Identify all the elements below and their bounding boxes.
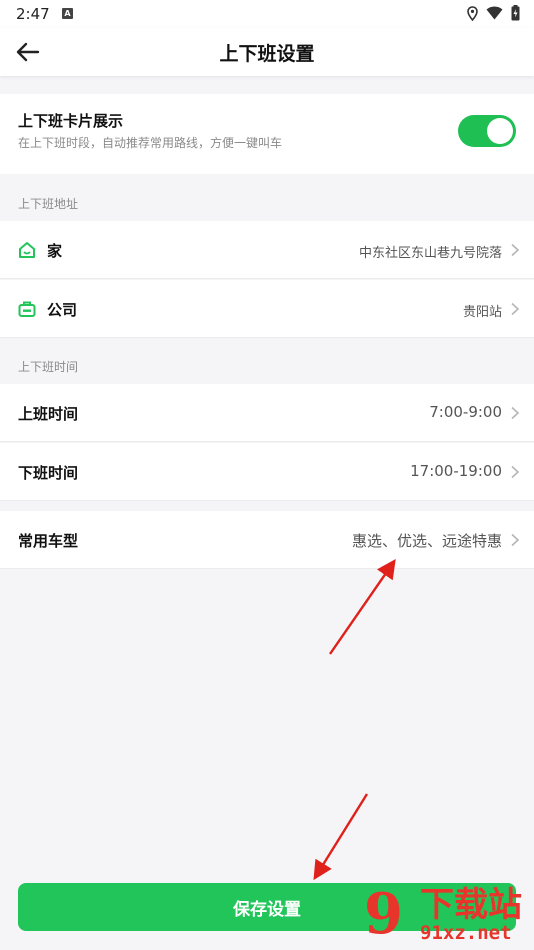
time-section-label: 上下班时间 [18, 360, 79, 374]
home-address-value: 中东社区东山巷九号院落 [358, 246, 502, 261]
wifi-icon [486, 6, 503, 20]
commute-card-title: 上下班卡片展示 [18, 112, 124, 130]
chevron-right-icon [511, 465, 520, 479]
car-type-row[interactable]: 常用车型 惠选、优选、远途特惠 [0, 511, 534, 569]
company-address-row[interactable]: 公司 贵阳站 [0, 280, 534, 338]
status-bar: 2:47 A [0, 0, 534, 28]
briefcase-icon [18, 301, 36, 317]
commute-card-toggle[interactable] [458, 115, 516, 147]
chevron-right-icon [511, 243, 520, 257]
work-start-value: 7:00-9:00 [429, 403, 502, 421]
app-header: 上下班设置 [0, 28, 534, 76]
watermark-text: 下载站 [420, 885, 522, 925]
page-title: 上下班设置 [219, 43, 315, 65]
work-start-label: 上班时间 [18, 405, 79, 423]
status-time: 2:47 [16, 5, 50, 23]
company-address-value: 贵阳站 [462, 305, 502, 320]
annotation-arrow-save [313, 793, 369, 881]
battery-icon [511, 5, 520, 21]
home-address-row[interactable]: 家 中东社区东山巷九号院落 [0, 221, 534, 279]
watermark-mark: 9 [364, 881, 403, 947]
chevron-right-icon [511, 302, 520, 316]
chevron-right-icon [511, 406, 520, 420]
commute-card-subtitle: 在上下班时段，自动推荐常用路线，方便一键叫车 [18, 136, 283, 150]
work-start-time-row[interactable]: 上班时间 7:00-9:00 [0, 384, 534, 442]
home-icon [19, 242, 35, 258]
site-watermark-logo: 9 下载站 91xz.net [360, 884, 530, 950]
car-type-value: 惠选、优选、远途特惠 [351, 532, 502, 550]
commute-card-setting: 上下班卡片展示 在上下班时段，自动推荐常用路线，方便一键叫车 [0, 94, 534, 174]
toggle-knob [487, 118, 513, 144]
home-label: 家 [47, 242, 63, 260]
status-icons [467, 5, 520, 21]
watermark-url: 91xz.net [420, 922, 512, 944]
work-end-label: 下班时间 [18, 464, 79, 482]
annotation-arrow-car-type [329, 559, 396, 655]
car-type-label: 常用车型 [18, 532, 79, 550]
location-icon [467, 5, 478, 21]
company-label: 公司 [47, 301, 78, 319]
chevron-right-icon [511, 533, 520, 547]
app-notification-icon: A [62, 8, 73, 19]
work-end-value: 17:00-19:00 [410, 462, 502, 480]
work-end-time-row[interactable]: 下班时间 17:00-19:00 [0, 443, 534, 501]
address-section-label: 上下班地址 [18, 197, 79, 211]
